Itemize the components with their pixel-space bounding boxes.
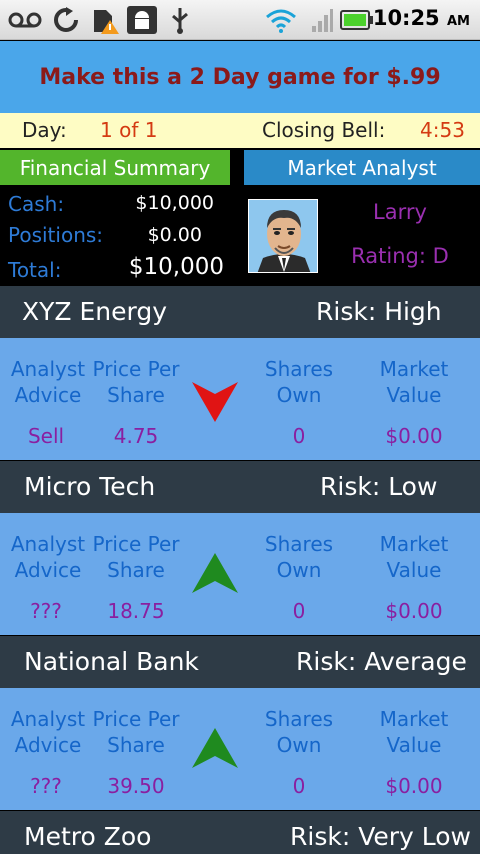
stock-name: Metro Zoo (24, 822, 152, 851)
stock-row[interactable]: Analyst Advice Price Per Share Shares Own M… (0, 338, 480, 460)
trend-up-icon (192, 553, 238, 593)
sd-card-warning-icon (90, 6, 120, 34)
cash-value: $10,000 (135, 192, 214, 214)
advice-value: ??? (30, 599, 62, 623)
battery-icon (340, 6, 374, 34)
col-analyst-advice: Analyst Advice (10, 357, 86, 407)
analyst-name: Larry (373, 200, 427, 224)
col-shares-own: Shares Own (264, 532, 334, 582)
col-shares-own: Shares Own (264, 357, 334, 407)
stock-name: National Bank (24, 647, 199, 676)
col-market-value: Market Value (379, 357, 449, 407)
stock-header[interactable]: Metro Zoo Risk: Very Low (0, 811, 480, 854)
advice-value: ??? (30, 774, 62, 798)
col-market-value: Market Value (379, 707, 449, 757)
trend-up-icon (192, 728, 238, 768)
price-value: 39.50 (107, 774, 165, 798)
closing-bell-label: Closing Bell: (262, 118, 386, 142)
stock-risk: Risk: High (316, 297, 442, 326)
tab-bar: Financial Summary Market Analyst (0, 148, 480, 188)
price-value: 18.75 (107, 599, 165, 623)
clock: 10:25 AM (372, 6, 470, 30)
android-debug-icon (126, 6, 158, 34)
total-label: Total: (8, 258, 62, 282)
col-price-per-share: Price Per Share (92, 532, 180, 582)
analyst-rating: Rating: D (351, 244, 449, 268)
tab-financial-summary[interactable]: Financial Summary (0, 150, 230, 185)
stock-header[interactable]: National Bank Risk: Average (0, 636, 480, 688)
positions-label: Positions: (8, 223, 104, 247)
day-label: Day: (22, 118, 67, 142)
col-analyst-advice: Analyst Advice (10, 532, 86, 582)
financial-summary-panel: Cash: $10,000 Positions: $0.00 Total: $1… (0, 188, 480, 286)
advice-value: Sell (27, 424, 65, 448)
trend-down-icon (192, 382, 238, 422)
market-value: $0.00 (385, 774, 443, 798)
cash-label: Cash: (8, 192, 65, 216)
col-market-value: Market Value (379, 532, 449, 582)
price-value: 4.75 (113, 424, 159, 448)
stock-row[interactable]: Analyst Advice Price Per Share Shares Own M… (0, 513, 480, 635)
market-value: $0.00 (385, 599, 443, 623)
closing-bell-value: 4:53 (420, 118, 465, 142)
col-analyst-advice: Analyst Advice (10, 707, 86, 757)
day-value: 1 of 1 (100, 118, 158, 142)
col-price-per-share: Price Per Share (92, 357, 180, 407)
promo-text[interactable]: Make this a 2 Day game for $.99 (39, 65, 440, 90)
stock-header[interactable]: Micro Tech Risk: Low (0, 461, 480, 513)
shares-value: 0 (292, 599, 306, 623)
stock-row[interactable]: Analyst Advice Price Per Share Shares Own M… (0, 688, 480, 810)
positions-value: $0.00 (147, 224, 202, 246)
stock-name: Micro Tech (24, 472, 156, 501)
usb-icon (168, 6, 192, 34)
day-bar: Day: 1 of 1 Closing Bell: 4:53 (0, 113, 480, 148)
shares-value: 0 (292, 424, 306, 448)
sync-icon (52, 6, 80, 34)
tab-market-analyst[interactable]: Market Analyst (244, 150, 480, 185)
promo-banner[interactable]: Make this a 2 Day game for $.99 (0, 41, 480, 113)
signal-icon (310, 6, 334, 34)
stock-risk: Risk: Low (320, 472, 438, 501)
voicemail-icon (8, 6, 42, 34)
wifi-icon (264, 6, 298, 34)
stock-risk: Risk: Average (296, 647, 467, 676)
stock-name: XYZ Energy (22, 297, 167, 326)
analyst-avatar[interactable] (248, 199, 318, 273)
stock-header[interactable]: XYZ Energy Risk: High (0, 286, 480, 338)
status-bar: 10:25 AM (0, 0, 480, 40)
shares-value: 0 (292, 774, 306, 798)
stock-risk: Risk: Very Low (290, 822, 471, 851)
market-value: $0.00 (385, 424, 443, 448)
col-shares-own: Shares Own (264, 707, 334, 757)
col-price-per-share: Price Per Share (92, 707, 180, 757)
total-value: $10,000 (128, 254, 224, 280)
